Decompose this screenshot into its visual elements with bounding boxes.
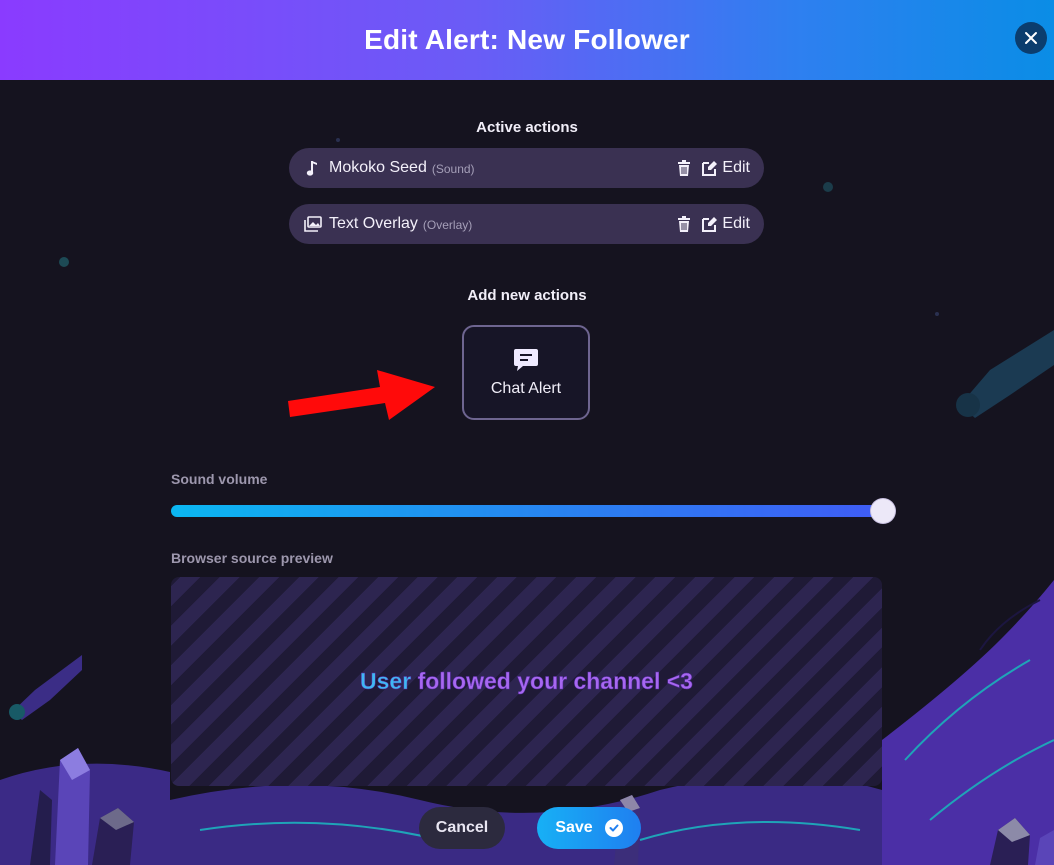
sound-volume-label: Sound volume bbox=[171, 471, 268, 487]
chat-alert-label: Chat Alert bbox=[490, 379, 562, 397]
edit-action-button[interactable]: Edit bbox=[700, 215, 750, 233]
preview-message: followed your channel <3 bbox=[417, 668, 693, 695]
action-name: Text Overlay bbox=[329, 215, 418, 232]
action-row-text-overlay: Text Overlay (Overlay) Edit bbox=[289, 204, 764, 244]
delete-action-button[interactable] bbox=[674, 158, 694, 178]
add-chat-alert-button[interactable]: Chat Alert bbox=[462, 325, 590, 420]
action-type: (Sound) bbox=[431, 162, 475, 176]
browser-source-preview: User followed your channel <3 bbox=[171, 577, 882, 786]
edit-label: Edit bbox=[722, 159, 750, 176]
save-label: Save bbox=[555, 819, 593, 836]
close-button[interactable] bbox=[1015, 22, 1047, 54]
preview-alert-text: User followed your channel <3 bbox=[360, 668, 693, 695]
active-actions-title: Active actions bbox=[476, 119, 578, 136]
add-actions-title: Add new actions bbox=[467, 287, 587, 304]
trash-icon bbox=[678, 216, 691, 232]
action-type: (Overlay) bbox=[422, 218, 473, 232]
dialog-title: Edit Alert: New Follower bbox=[364, 24, 690, 55]
annotation-arrow-icon bbox=[288, 370, 435, 420]
action-row-mokoko-seed: Mokoko Seed (Sound) Edit bbox=[289, 148, 764, 188]
cancel-label: Cancel bbox=[435, 819, 489, 836]
dialog-header: Edit Alert: New Follower bbox=[0, 0, 1054, 80]
check-circle-icon bbox=[604, 819, 623, 837]
image-overlay-icon bbox=[303, 214, 323, 234]
browser-source-preview-label: Browser source preview bbox=[171, 550, 333, 566]
cancel-button[interactable]: Cancel bbox=[419, 807, 505, 849]
trash-icon bbox=[678, 160, 691, 176]
delete-action-button[interactable] bbox=[674, 214, 694, 234]
slider-thumb[interactable] bbox=[871, 499, 895, 523]
sound-volume-slider[interactable] bbox=[171, 499, 895, 523]
music-note-icon bbox=[303, 158, 323, 178]
save-button[interactable]: Save bbox=[537, 807, 641, 849]
edit-action-button[interactable]: Edit bbox=[700, 159, 750, 177]
preview-user: User bbox=[360, 668, 412, 695]
close-icon bbox=[1025, 32, 1037, 44]
action-name: Mokoko Seed bbox=[329, 159, 427, 176]
chat-bubble-icon bbox=[514, 348, 538, 371]
edit-icon bbox=[702, 161, 718, 176]
edit-icon bbox=[702, 217, 718, 232]
edit-label: Edit bbox=[722, 215, 750, 232]
dialog-body: Active actions Mokoko Seed (Sound) Edit … bbox=[0, 80, 1054, 865]
